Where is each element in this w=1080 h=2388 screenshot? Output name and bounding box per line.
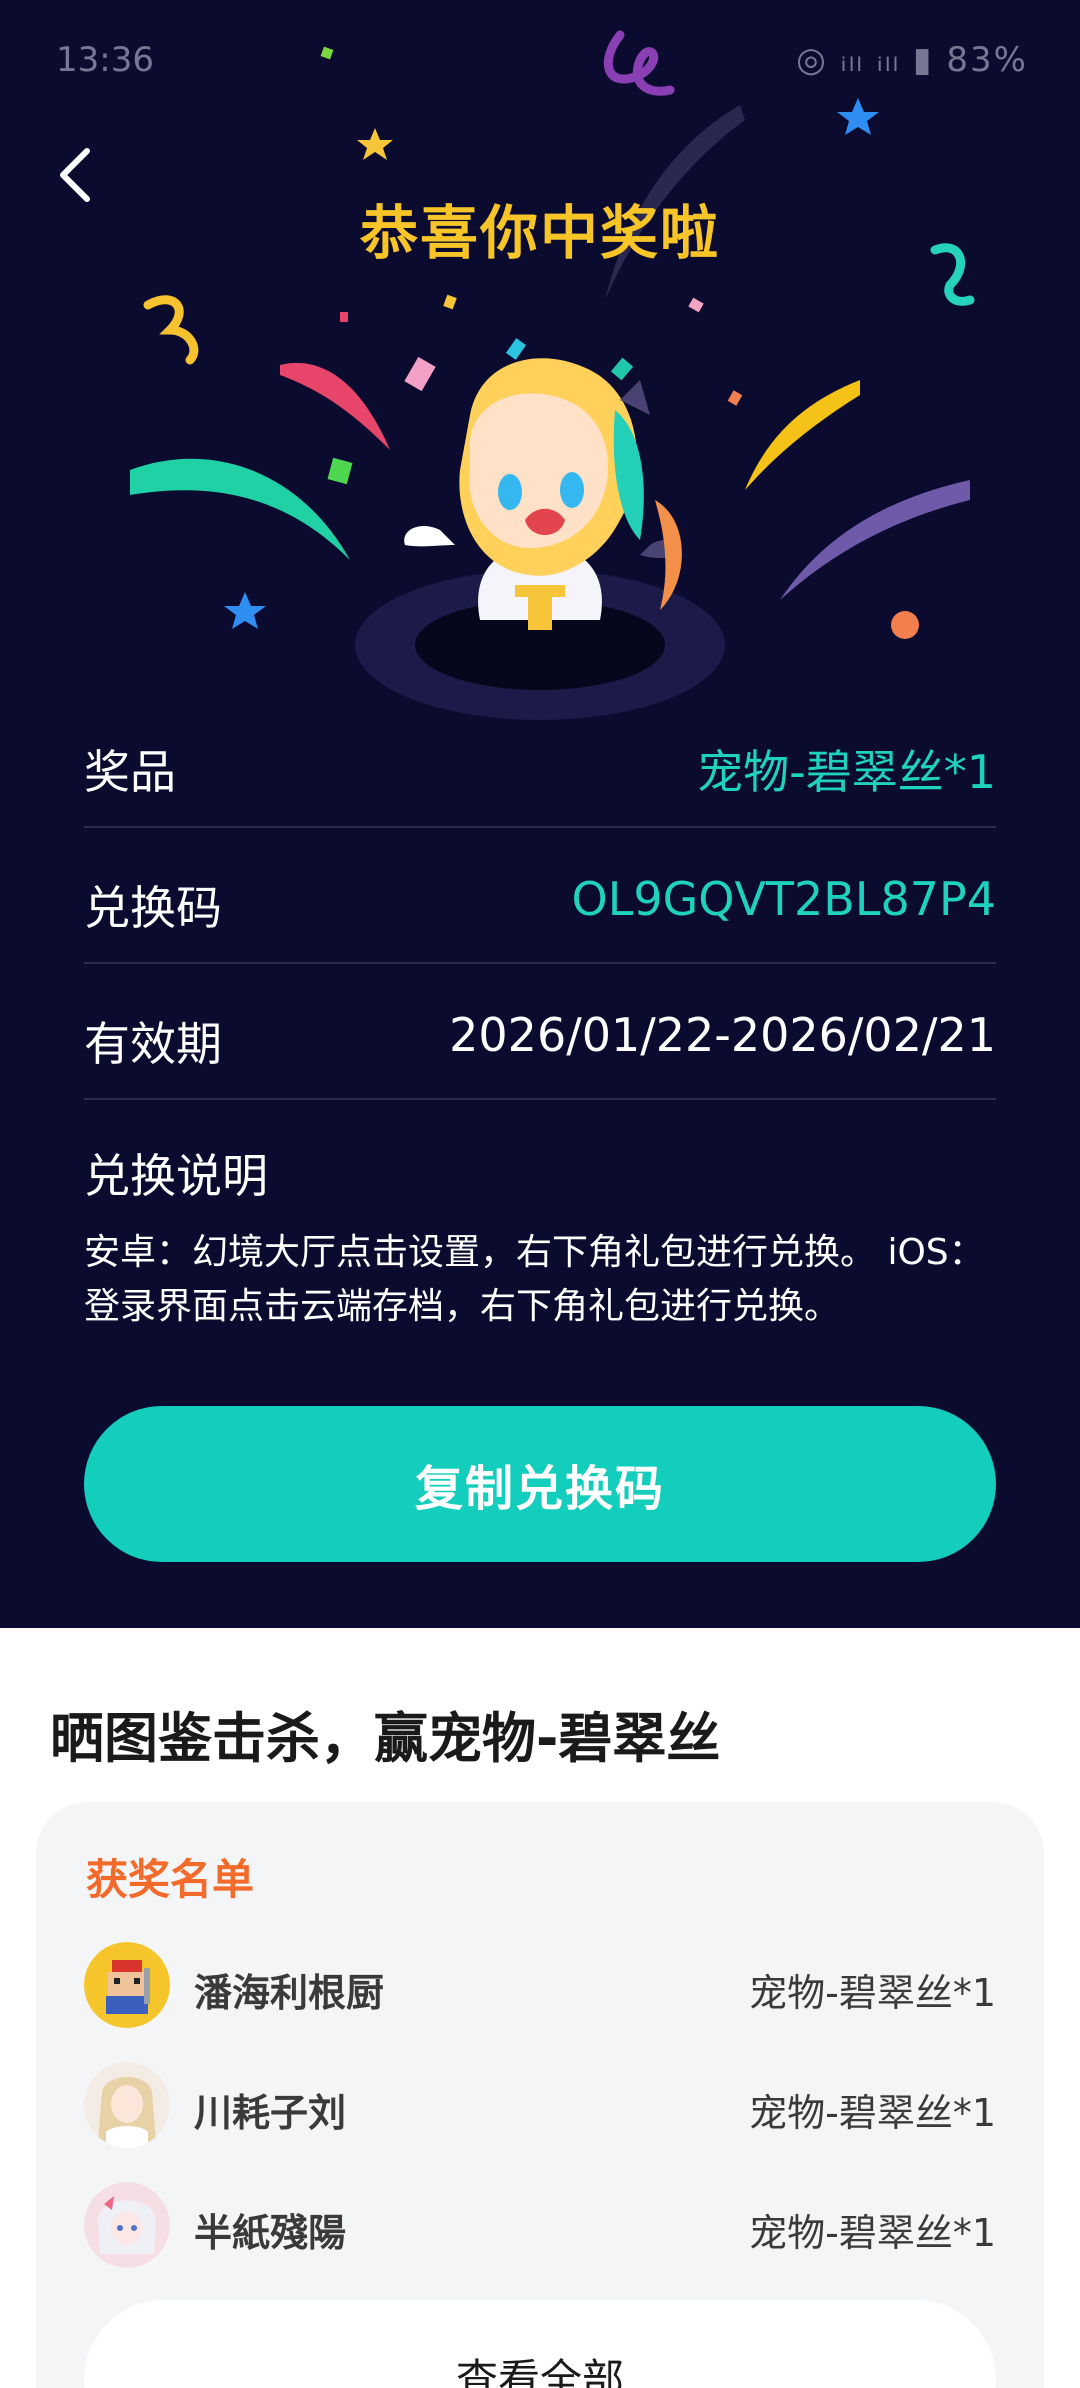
red-streamer (280, 362, 390, 450)
winners-card: 获奖名单 潘海利根厨 宠物-碧翠丝*1 川耗子刘 宠物-碧翠丝*1 半紙殘陽 宠… (36, 1802, 1044, 2388)
star-blue-top (837, 98, 879, 135)
description-title: 兑换说明 (84, 1149, 268, 1203)
confetti-green (320, 46, 334, 60)
yellow-squiggle (143, 295, 199, 365)
confetti-pink-2 (688, 297, 704, 313)
description-text: 安卓：幻境大厅点击设置，右下角礼包进行兑换。 iOS：登录界面点击云端存档，右下… (84, 1232, 985, 1327)
code-row: 兑换码 OL9GQVT2BL87P4 (84, 830, 996, 964)
celebration-illustration (130, 30, 975, 720)
pixel-knight-avatar[interactable] (84, 1942, 170, 2028)
winner-prize: 宠物-碧翠丝*1 (749, 1971, 996, 2015)
confetti-teal (610, 357, 634, 381)
anime-girl-blonde-avatar[interactable] (84, 2062, 170, 2148)
green-streamer (130, 458, 350, 560)
purple-streamer (780, 480, 970, 600)
anime-girl-white-hair-avatar[interactable] (84, 2182, 170, 2268)
confetti-pink (404, 356, 436, 392)
yellow-streamer (745, 380, 860, 490)
view-all-button[interactable]: 查看全部 (84, 2300, 996, 2388)
code-label: 兑换码 (84, 881, 222, 935)
redeem-code-value[interactable]: OL9GQVT2BL87P4 (571, 872, 996, 926)
confetti-cyan (505, 338, 527, 360)
prize-label: 奖品 (84, 745, 176, 799)
winner-name: 潘海利根厨 (194, 1971, 385, 2015)
purple-squiggle (603, 30, 675, 96)
winner-name: 半紙殘陽 (194, 2211, 347, 2255)
star-blue-left (224, 592, 266, 629)
winner-prize: 宠物-碧翠丝*1 (749, 2091, 996, 2135)
confetti-yellow (443, 294, 457, 310)
prize-row: 奖品 宠物-碧翠丝*1 (84, 694, 996, 828)
confetti-orange-dot (891, 611, 919, 639)
congrats-headline: 恭喜你中奖啦 (359, 199, 720, 267)
winner-row: 半紙殘陽 宠物-碧翠丝*1 (84, 2182, 996, 2272)
event-title: 晒图鉴击杀，赢宠物-碧翠丝 (50, 1707, 721, 1770)
validity-row: 有效期 2026/01/22-2026/02/21 (84, 966, 996, 1100)
prize-hero: 13:36 ◎ ᵢₗₗ ᵢₗₗ ▮ 83% 恭喜你中奖啦 奖品 宠物-碧翠丝*1… (0, 0, 1080, 1628)
prize-value: 宠物-碧翠丝*1 (697, 745, 996, 799)
winner-row: 川耗子刘 宠物-碧翠丝*1 (84, 2062, 996, 2152)
confetti-green-2 (327, 457, 353, 485)
winner-name: 川耗子刘 (194, 2091, 347, 2135)
confetti-red (340, 312, 348, 322)
winner-prize: 宠物-碧翠丝*1 (749, 2211, 996, 2255)
validity-value: 2026/01/22-2026/02/21 (449, 1008, 996, 1062)
winners-heading: 获奖名单 (86, 1855, 255, 1904)
validity-label: 有效期 (84, 1017, 222, 1071)
winner-row: 潘海利根厨 宠物-碧翠丝*1 (84, 1942, 996, 2032)
copy-code-button[interactable]: 复制兑换码 (84, 1406, 996, 1562)
confetti-orange (727, 390, 743, 406)
star-yellow (357, 128, 393, 160)
